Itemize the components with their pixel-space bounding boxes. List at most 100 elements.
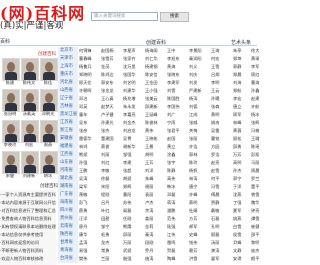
person-link[interactable]: 钟亮 bbox=[251, 207, 259, 215]
person-link[interactable]: 梁军 bbox=[79, 183, 102, 191]
person-link[interactable]: 郑晓明 bbox=[79, 71, 102, 79]
person-link[interactable]: 任刚 bbox=[123, 215, 146, 223]
recommend-item[interactable]: ·本站信息仅供参考使用 bbox=[0, 232, 56, 238]
person-link[interactable]: 吕炯 bbox=[211, 71, 234, 79]
person-link[interactable]: 林鸿 bbox=[79, 143, 102, 151]
region-link[interactable]: 上海市 bbox=[58, 63, 78, 71]
person-link[interactable]: 田甜 bbox=[101, 215, 124, 223]
person-link[interactable]: 康华 bbox=[79, 231, 102, 239]
person-link[interactable]: 汪洋 bbox=[79, 215, 102, 223]
person-link[interactable]: 黄立 bbox=[167, 143, 190, 151]
region-link[interactable]: 辽宁省 bbox=[58, 95, 78, 103]
person-link[interactable]: 戴敏 bbox=[211, 207, 234, 215]
person-name[interactable]: 邓朝光 bbox=[37, 111, 59, 117]
person-link[interactable]: 关梅 bbox=[189, 127, 212, 135]
person-link[interactable]: 刘义 bbox=[189, 63, 212, 71]
person-link[interactable]: 谢丽 bbox=[145, 183, 168, 191]
person-link[interactable]: 姜丽 bbox=[145, 215, 168, 223]
region-link[interactable]: 山东省 bbox=[58, 159, 78, 167]
person-link[interactable]: 黄瑞 bbox=[251, 55, 259, 63]
person-link[interactable]: 秦涛 bbox=[145, 231, 168, 239]
person-link[interactable]: 郝军 bbox=[189, 223, 212, 231]
person-link[interactable]: 贺磊 bbox=[167, 247, 190, 255]
person-link[interactable]: 冯雪 bbox=[211, 183, 234, 191]
person-link[interactable]: 何锦锋 bbox=[79, 47, 102, 55]
person-link[interactable]: 彭翔 bbox=[251, 151, 259, 159]
person-link[interactable]: 张彦 bbox=[79, 127, 102, 135]
person-link[interactable]: 张美云 bbox=[145, 95, 168, 103]
person-link[interactable]: 武斌 bbox=[123, 247, 146, 255]
region-link[interactable]: 湖北省 bbox=[58, 175, 78, 183]
person-link[interactable]: 卢子健 bbox=[101, 111, 124, 119]
person-link[interactable]: 常勇 bbox=[101, 247, 124, 255]
recommend-item[interactable]: ·本站内容来源于互联网公开信息 bbox=[0, 200, 56, 206]
person-link[interactable]: 王金田 bbox=[145, 79, 168, 87]
person-link[interactable]: 洪雪 bbox=[189, 255, 212, 263]
person-link[interactable]: 李建军 bbox=[167, 79, 190, 87]
person-link[interactable]: 孟涛 bbox=[79, 239, 102, 247]
person-link[interactable]: 林涛 bbox=[189, 175, 212, 183]
person-link[interactable]: 朱永发 bbox=[123, 103, 146, 111]
person-link[interactable]: 高伟 bbox=[167, 175, 190, 183]
person-photo[interactable] bbox=[2, 120, 20, 143]
person-link[interactable]: 张晓东 bbox=[167, 71, 190, 79]
person-link[interactable]: 施涛 bbox=[145, 255, 168, 263]
region-link[interactable]: 甘肃省 bbox=[58, 239, 78, 247]
person-link[interactable]: 邓冶 bbox=[79, 95, 102, 103]
person-link[interactable]: 傅晨 bbox=[211, 191, 234, 199]
person-link[interactable]: 陈安信 bbox=[145, 71, 168, 79]
person-link[interactable]: 吴东 bbox=[79, 119, 102, 127]
person-link[interactable]: 邢天伦 bbox=[79, 79, 102, 87]
region-link[interactable]: 河北省 bbox=[58, 79, 78, 87]
person-link[interactable]: 王小强 bbox=[145, 87, 168, 95]
person-link[interactable]: 董建国 bbox=[101, 135, 124, 143]
person-link[interactable]: 赵国 bbox=[167, 135, 190, 143]
person-link[interactable]: 秦润阳 bbox=[189, 55, 212, 63]
person-link[interactable]: 张宇 bbox=[167, 159, 190, 167]
person-link[interactable]: 李旭东 bbox=[167, 55, 190, 63]
person-photo[interactable] bbox=[40, 151, 58, 174]
person-link[interactable]: 朱峰 bbox=[145, 175, 168, 183]
person-link[interactable]: 金莉 bbox=[145, 223, 168, 231]
person-link[interactable]: 谢新华 bbox=[123, 143, 146, 151]
person-link[interactable]: 王中 bbox=[167, 47, 190, 55]
person-link[interactable]: 杨涛 bbox=[189, 95, 212, 103]
recommend-item[interactable]: ·欢迎人物百科审核修改 bbox=[0, 256, 56, 262]
region-link[interactable]: 重庆市 bbox=[58, 71, 78, 79]
person-link[interactable]: 卢杰 bbox=[145, 199, 168, 207]
person-link[interactable]: 邹宁 bbox=[101, 223, 124, 231]
person-link[interactable]: 张威 bbox=[189, 119, 212, 127]
person-link[interactable]: 龙杰 bbox=[101, 239, 124, 247]
person-link[interactable]: 周红 bbox=[251, 71, 259, 79]
person-link[interactable]: 翟军 bbox=[211, 255, 234, 263]
person-link[interactable]: 颜平 bbox=[251, 255, 259, 263]
person-link[interactable]: 熊鹰 bbox=[123, 223, 146, 231]
person-link[interactable]: 汤丽 bbox=[211, 239, 234, 247]
person-link[interactable]: 黄明 bbox=[211, 111, 234, 119]
person-link[interactable]: 李星声 bbox=[123, 47, 146, 55]
person-link[interactable]: 杨兆增 bbox=[123, 95, 146, 103]
person-link[interactable]: 刘金杰 bbox=[123, 119, 146, 127]
person-link[interactable]: 姚冉 bbox=[211, 119, 234, 127]
region-link[interactable]: 云南省 bbox=[58, 223, 78, 231]
person-link[interactable]: 刘发 bbox=[189, 79, 212, 87]
person-link[interactable]: 胡斌 bbox=[123, 175, 146, 183]
person-link[interactable]: 赵梦天 bbox=[101, 103, 124, 111]
person-link[interactable]: 杨鲁兵 bbox=[79, 63, 102, 71]
person-link[interactable]: 王璐 bbox=[251, 135, 259, 143]
person-link[interactable]: 苏伟 bbox=[123, 199, 146, 207]
person-link[interactable]: 杨帆 bbox=[189, 167, 212, 175]
person-link[interactable]: 刘启龙 bbox=[123, 127, 146, 135]
person-link[interactable]: 黄伟 bbox=[145, 127, 168, 135]
person-link[interactable]: 严建新 bbox=[189, 87, 212, 95]
recommend-item[interactable]: ·百科网欢迎您的访问 bbox=[0, 240, 56, 246]
person-link[interactable]: 李军 bbox=[251, 63, 259, 71]
site-logo[interactable]: (网)百科网 (真)实|严谨|客观 bbox=[0, 0, 84, 34]
person-link[interactable]: 王曼 bbox=[145, 143, 168, 151]
person-link[interactable]: 吴雷 bbox=[211, 127, 234, 135]
person-link[interactable]: 陈玲 bbox=[189, 159, 212, 167]
person-link[interactable]: 马丽 bbox=[251, 159, 259, 167]
region-link[interactable]: 黑龙江省 bbox=[58, 111, 78, 119]
person-link[interactable]: 赵亮 bbox=[211, 159, 234, 167]
person-link[interactable]: 张雪芳 bbox=[101, 55, 124, 63]
